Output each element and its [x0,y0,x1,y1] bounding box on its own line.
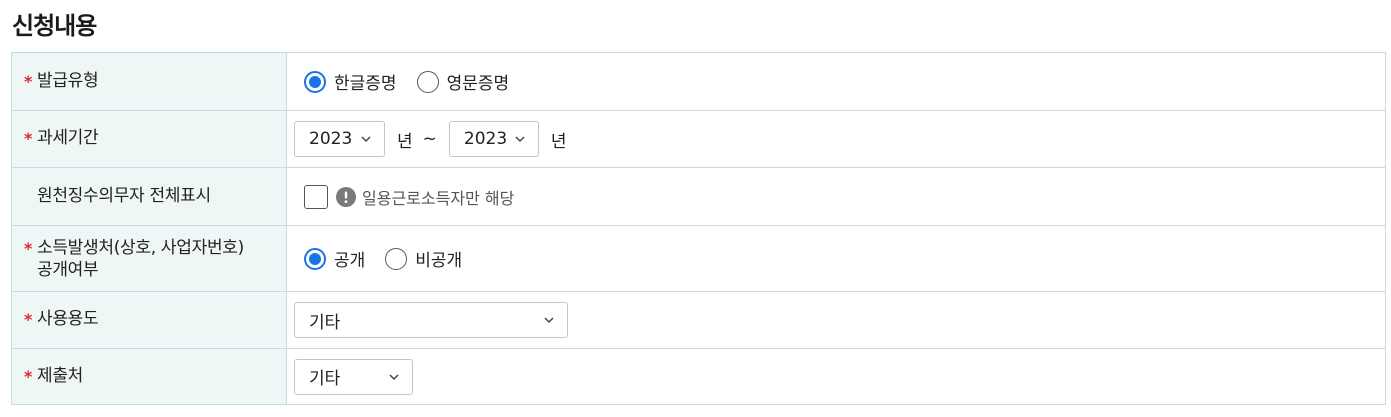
issue-type-label: 발급유형 [37,70,99,91]
to-year-value: 2023 [463,129,508,149]
radio-private-label: 비공개 [415,251,463,271]
chevron-down-icon [389,373,399,380]
required-asterisk-icon: * [24,366,33,386]
withholding-hint: 일용근로소득자만 해당 [362,188,515,208]
year-unit-label: 년 [397,131,413,152]
year-unit-label: 년 [550,131,567,152]
chevron-down-icon [544,317,554,324]
radio-english-certificate[interactable]: 영문증명 [416,69,510,94]
to-year-select[interactable]: 2023 [448,121,539,157]
submit-to-select[interactable]: 기타 [294,358,413,395]
submit-to-value: 기타 [309,369,341,389]
radio-selected-icon[interactable] [304,247,326,270]
issue-type-radio-group: 한글증명 영문증명 [287,69,1385,94]
chevron-down-icon [515,136,525,143]
row-disclosure: * 소득발생처(상호, 사업자번호) 공개여부 공개 비공개 [11,225,1386,292]
range-separator: ~ [422,129,437,149]
exclamation-circle-icon [336,186,356,207]
radio-private[interactable]: 비공개 [385,246,462,271]
required-asterisk-icon: * [24,129,33,148]
radio-unselected-icon[interactable] [416,70,439,93]
from-year-value: 2023 [309,129,353,149]
disclosure-radio-group: 공개 비공개 [287,246,1385,271]
submit-to-label: 제출처 [37,365,84,386]
withholding-checkbox[interactable] [304,184,328,209]
tax-period-label: 과세기간 [37,128,99,148]
radio-public[interactable]: 공개 [304,246,365,271]
row-issue-type: * 발급유형 한글증명 영문증명 [11,52,1386,111]
row-purpose: * 사용용도 기타 [11,291,1386,349]
required-asterisk-icon: * [24,238,33,258]
radio-english-label: 영문증명 [446,74,510,94]
section-title: 신청내용 [12,12,97,40]
application-form-table: * 발급유형 한글증명 영문증명 * 과세기간 2023 년 ~ 2023 년 … [11,52,1386,405]
purpose-value: 기타 [309,312,341,333]
row-withholding-display: * 원천징수의무자 전체표시 일용근로소득자만 해당 [11,167,1386,226]
from-year-select[interactable]: 2023 [294,121,385,157]
purpose-select[interactable]: 기타 [294,302,568,338]
purpose-label: 사용용도 [37,309,99,329]
required-asterisk-icon: * [24,71,33,91]
radio-korean-certificate[interactable]: 한글증명 [304,69,397,94]
withholding-label: 원천징수의무자 전체표시 [37,185,211,206]
radio-public-label: 공개 [334,251,366,271]
disclosure-label: 소득발생처(상호, 사업자번호) 공개여부 [37,237,244,280]
row-submit-to: * 제출처 기타 [11,348,1386,405]
required-asterisk-icon: * [24,310,33,329]
radio-korean-label: 한글증명 [334,74,397,94]
chevron-down-icon [361,136,371,143]
radio-unselected-icon[interactable] [385,247,408,270]
radio-selected-icon[interactable] [304,70,326,93]
row-tax-period: * 과세기간 2023 년 ~ 2023 년 [11,110,1386,168]
